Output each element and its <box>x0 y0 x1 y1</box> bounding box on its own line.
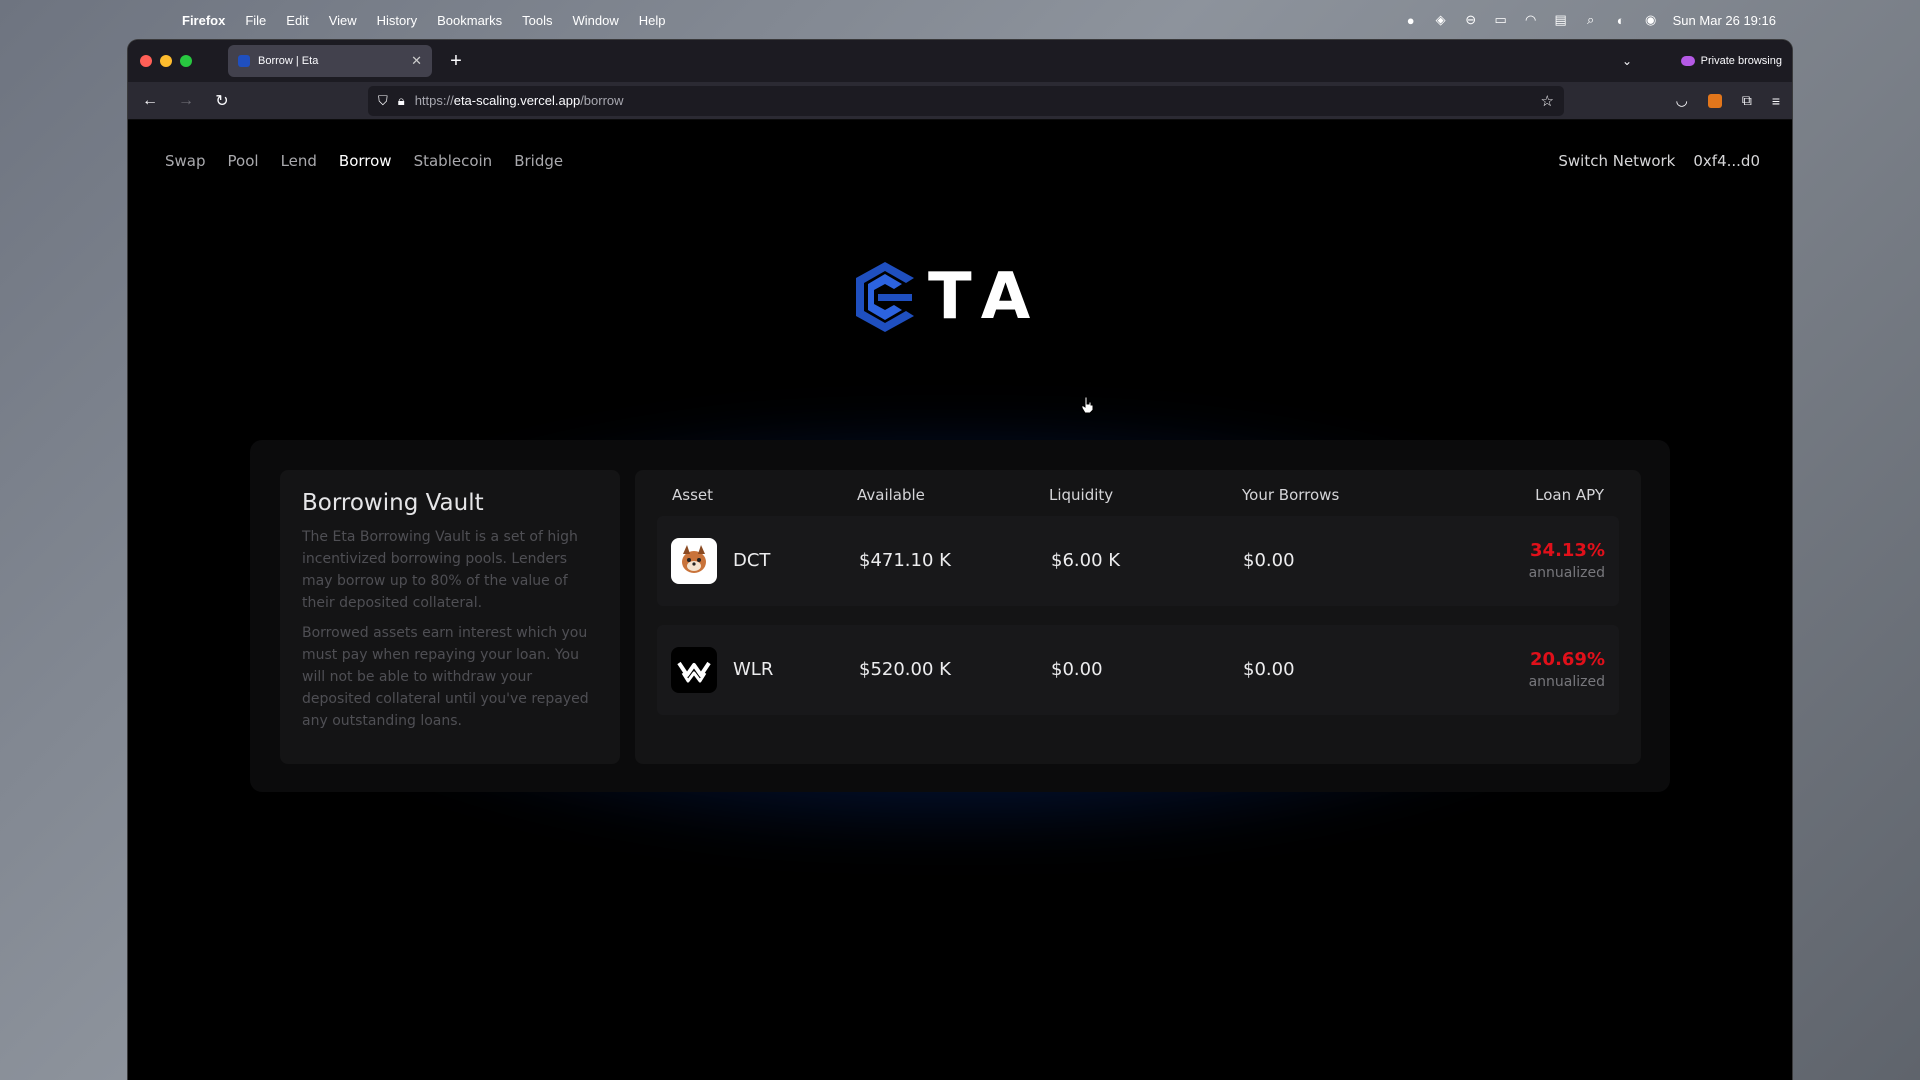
asset-name: WLR <box>733 659 774 680</box>
loan-apy-sub: annualized <box>1528 565 1605 581</box>
site-actions: Switch Network 0xf4...d0 <box>1558 152 1760 170</box>
hand-cursor-icon <box>1081 396 1094 414</box>
loan-apy-value: 34.13% <box>1530 540 1605 561</box>
shield-status-icon[interactable]: ◈ <box>1433 12 1449 27</box>
available-value: $520.00 K <box>859 659 951 680</box>
minimize-window-button[interactable] <box>160 55 172 67</box>
menu-file[interactable]: File <box>245 13 266 28</box>
eta-e-mark-icon <box>856 262 914 332</box>
extensions-icon[interactable]: ⧉ <box>1742 92 1752 109</box>
header-asset: Asset <box>672 486 714 504</box>
nav-pool[interactable]: Pool <box>228 152 259 170</box>
close-window-button[interactable] <box>140 55 152 67</box>
macos-menu-bar: Firefox File Edit View History Bookmarks… <box>128 0 1792 40</box>
site-nav: Swap Pool Lend Borrow Stablecoin Bridge <box>165 152 563 170</box>
loan-apy: 20.69% annualized <box>1529 649 1605 690</box>
menu-bookmarks[interactable]: Bookmarks <box>437 13 502 28</box>
focus-icon[interactable]: ⊖ <box>1463 12 1479 27</box>
table-row-dct[interactable]: DCT $471.10 K $6.00 K $0.00 34.13% annua… <box>657 516 1619 606</box>
table-row-wlr[interactable]: WLR $520.00 K $0.00 $0.00 20.69% annuali… <box>657 625 1619 715</box>
metamask-extension-icon[interactable] <box>1707 93 1722 108</box>
tab-bar: Borrow | Eta ✕ + ⌄ Private browsing <box>128 40 1792 82</box>
back-arrow-icon[interactable]: ← <box>140 92 160 110</box>
browser-window: Borrow | Eta ✕ + ⌄ Private browsing ← → … <box>128 40 1792 1080</box>
record-icon[interactable]: ● <box>1403 13 1419 28</box>
forward-arrow-icon[interactable]: → <box>176 92 196 110</box>
lock-icon[interactable]: 🔒︎ <box>398 93 405 109</box>
borrow-table: Asset Available Liquidity Your Borrows L… <box>635 470 1641 764</box>
menu-edit[interactable]: Edit <box>286 13 308 28</box>
menu-view[interactable]: View <box>329 13 357 28</box>
header-liquidity: Liquidity <box>1049 486 1114 504</box>
menu-tools[interactable]: Tools <box>522 13 552 28</box>
nav-stablecoin[interactable]: Stablecoin <box>414 152 493 170</box>
tab-title: Borrow | Eta <box>258 55 319 67</box>
table-header: Asset Available Liquidity Your Borrows L… <box>635 486 1641 506</box>
tab-borrow[interactable]: Borrow | Eta ✕ <box>228 45 432 77</box>
url-text[interactable]: https://eta-scaling.vercel.app/borrow <box>415 93 624 108</box>
vault-info-panel: Borrowing Vault The Eta Borrowing Vault … <box>280 470 620 764</box>
menu-window[interactable]: Window <box>573 13 619 28</box>
close-tab-icon[interactable]: ✕ <box>411 53 422 69</box>
vault-description-1: The Eta Borrowing Vault is a set of high… <box>302 529 578 611</box>
header-available: Available <box>857 486 925 504</box>
private-browsing-indicator: Private browsing <box>1680 55 1782 67</box>
loan-apy-value: 20.69% <box>1530 649 1605 670</box>
app-menu-icon[interactable]: ≡ <box>1772 93 1780 109</box>
new-tab-icon[interactable]: + <box>444 50 468 73</box>
borrow-card: Borrowing Vault The Eta Borrowing Vault … <box>250 440 1670 792</box>
wlr-token-icon <box>671 647 717 693</box>
nav-bridge[interactable]: Bridge <box>514 152 563 170</box>
your-borrows-value: $0.00 <box>1243 659 1295 680</box>
liquidity-value: $6.00 K <box>1051 550 1121 571</box>
switch-network-button[interactable]: Switch Network <box>1558 152 1675 170</box>
battery-icon[interactable]: ▭ <box>1493 12 1509 27</box>
nav-swap[interactable]: Swap <box>165 152 206 170</box>
header-loan-apy: Loan APY <box>1535 486 1604 504</box>
wifi-icon[interactable]: ◠ <box>1523 12 1539 27</box>
url-bar[interactable]: ⛉ 🔒︎ https://eta-scaling.vercel.app/borr… <box>368 85 1564 116</box>
eta-borrow-page: Swap Pool Lend Borrow Stablecoin Bridge … <box>128 120 1792 1080</box>
menubar-datetime[interactable]: Sun Mar 26 19:16 <box>1673 13 1776 28</box>
zoom-window-button[interactable] <box>180 55 192 67</box>
keyboard-icon[interactable]: ▤ <box>1553 12 1569 27</box>
dct-token-icon <box>671 538 717 584</box>
menu-help[interactable]: Help <box>639 13 666 28</box>
nav-toolbar: ← → ↻ ⛉ 🔒︎ https://eta-scaling.vercel.ap… <box>128 82 1792 120</box>
tab-list-chevron-icon[interactable]: ⌄ <box>1622 54 1632 68</box>
pocket-icon[interactable]: ◡ <box>1676 92 1688 109</box>
asset-name: DCT <box>733 550 771 571</box>
menu-app-name[interactable]: Firefox <box>182 13 225 28</box>
eta-favicon-icon <box>238 55 250 67</box>
nav-borrow[interactable]: Borrow <box>339 152 392 170</box>
private-browsing-label: Private browsing <box>1700 55 1782 67</box>
eta-logo-text: TA <box>928 260 1045 334</box>
control-center-icon[interactable]: ◐ <box>1613 13 1629 28</box>
window-controls <box>140 55 192 67</box>
liquidity-value: $0.00 <box>1051 659 1103 680</box>
loan-apy-sub: annualized <box>1528 674 1605 690</box>
tracking-shield-icon[interactable]: ⛉ <box>378 93 388 109</box>
siri-icon[interactable]: ◉ <box>1643 12 1659 27</box>
loan-apy: 34.13% annualized <box>1529 540 1605 581</box>
wallet-address-button[interactable]: 0xf4...d0 <box>1693 152 1760 170</box>
reload-icon[interactable]: ↻ <box>212 91 232 111</box>
header-your-borrows: Your Borrows <box>1242 486 1340 504</box>
vault-title: Borrowing Vault <box>302 490 484 516</box>
bookmark-star-icon[interactable]: ☆ <box>1541 92 1554 110</box>
vault-description-2: Borrowed assets earn interest which you … <box>302 625 589 729</box>
available-value: $471.10 K <box>859 550 951 571</box>
spotlight-icon[interactable]: ⌕ <box>1583 12 1599 27</box>
your-borrows-value: $0.00 <box>1243 550 1295 571</box>
nav-lend[interactable]: Lend <box>281 152 317 170</box>
menu-history[interactable]: History <box>377 13 417 28</box>
private-mask-icon <box>1680 56 1695 66</box>
eta-logo: TA <box>852 260 1044 334</box>
